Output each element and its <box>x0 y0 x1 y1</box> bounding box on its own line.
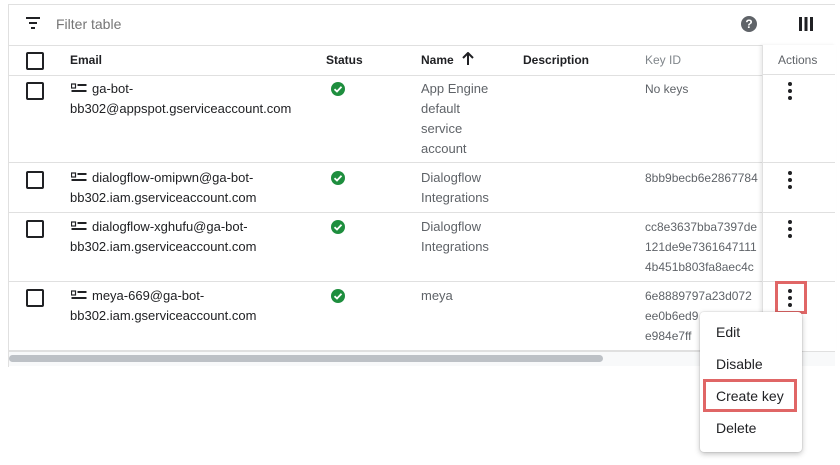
row-divider <box>9 162 835 163</box>
service-account-icon <box>71 221 87 230</box>
name-text: service <box>421 121 463 136</box>
status-enabled-icon <box>331 289 345 303</box>
menu-item-delete[interactable]: Delete <box>716 420 756 436</box>
select-all-checkbox[interactable] <box>26 52 44 70</box>
row-checkbox[interactable] <box>26 289 44 307</box>
status-enabled-icon <box>331 220 345 234</box>
row-divider <box>762 212 835 213</box>
key-id-text: 8bb9becb6e2867784 <box>645 171 758 185</box>
name-text: Dialogflow <box>421 170 481 185</box>
email-text[interactable]: bb302.iam.gserviceaccount.com <box>70 188 256 208</box>
menu-item-create-key[interactable]: Create key <box>716 388 784 404</box>
service-account-icon <box>71 172 87 181</box>
scrollbar-thumb[interactable] <box>9 355 603 362</box>
menu-item-edit[interactable]: Edit <box>716 324 740 340</box>
key-id-text: cc8e3637bba7397de <box>645 220 758 234</box>
status-enabled-icon <box>331 171 345 185</box>
actions-header-divider <box>762 74 835 75</box>
menu-item-disable[interactable]: Disable <box>716 356 763 372</box>
name-text: Integrations <box>421 239 489 254</box>
email-text[interactable]: dialogflow-xghufu@ga-bot- <box>92 217 248 237</box>
help-icon[interactable]: ? <box>741 16 757 32</box>
key-id-text: 4b451b803fa8aec4c <box>645 260 754 274</box>
email-text[interactable]: bb302.iam.gserviceaccount.com <box>70 237 256 257</box>
row-checkbox[interactable] <box>26 171 44 189</box>
column-header-key-id[interactable]: Key ID <box>645 53 681 81</box>
more-actions-icon[interactable] <box>788 220 792 241</box>
filter-icon[interactable] <box>26 17 40 29</box>
row-divider <box>9 212 835 213</box>
row-checkbox[interactable] <box>26 220 44 238</box>
key-id-text: 6e8889797a23d072 <box>645 289 752 303</box>
service-account-icon <box>71 290 87 299</box>
key-id-text: e984e7ff <box>645 329 692 343</box>
name-text: App Engine <box>421 81 489 96</box>
column-header-description[interactable]: Description <box>523 53 589 81</box>
more-actions-icon[interactable] <box>788 289 792 310</box>
row-divider <box>762 162 835 163</box>
name-text: Dialogflow <box>421 219 481 234</box>
status-enabled-icon <box>331 82 345 96</box>
email-text[interactable]: bb302@appspot.gserviceaccount.com <box>70 99 291 119</box>
email-text[interactable]: dialogflow-omipwn@ga-bot- <box>92 168 253 188</box>
email-text[interactable]: ga-bot- <box>92 79 133 99</box>
service-account-icon <box>71 83 87 92</box>
name-text: meya <box>421 288 453 303</box>
more-actions-icon[interactable] <box>788 82 792 103</box>
column-header-name[interactable]: Name <box>421 53 454 81</box>
column-header-status[interactable]: Status <box>326 53 363 81</box>
sort-ascending-icon[interactable] <box>462 52 474 66</box>
column-display-icon[interactable] <box>799 17 813 31</box>
name-text: Integrations <box>421 190 489 205</box>
key-id-text: No keys <box>645 82 689 96</box>
name-text: default <box>421 101 461 116</box>
email-text[interactable]: bb302.iam.gserviceaccount.com <box>70 306 256 326</box>
row-divider <box>9 281 835 282</box>
filter-table-input[interactable] <box>56 16 356 32</box>
name-text: account <box>421 141 467 156</box>
column-header-actions: Actions <box>778 53 818 67</box>
more-actions-icon[interactable] <box>788 171 792 192</box>
key-id-text: ee0b6ed9 <box>645 309 699 323</box>
key-id-text: 121de9e7361647111 <box>645 240 757 254</box>
row-checkbox[interactable] <box>26 82 44 100</box>
column-header-email[interactable]: Email <box>70 53 102 81</box>
email-text[interactable]: meya-669@ga-bot- <box>92 286 204 306</box>
